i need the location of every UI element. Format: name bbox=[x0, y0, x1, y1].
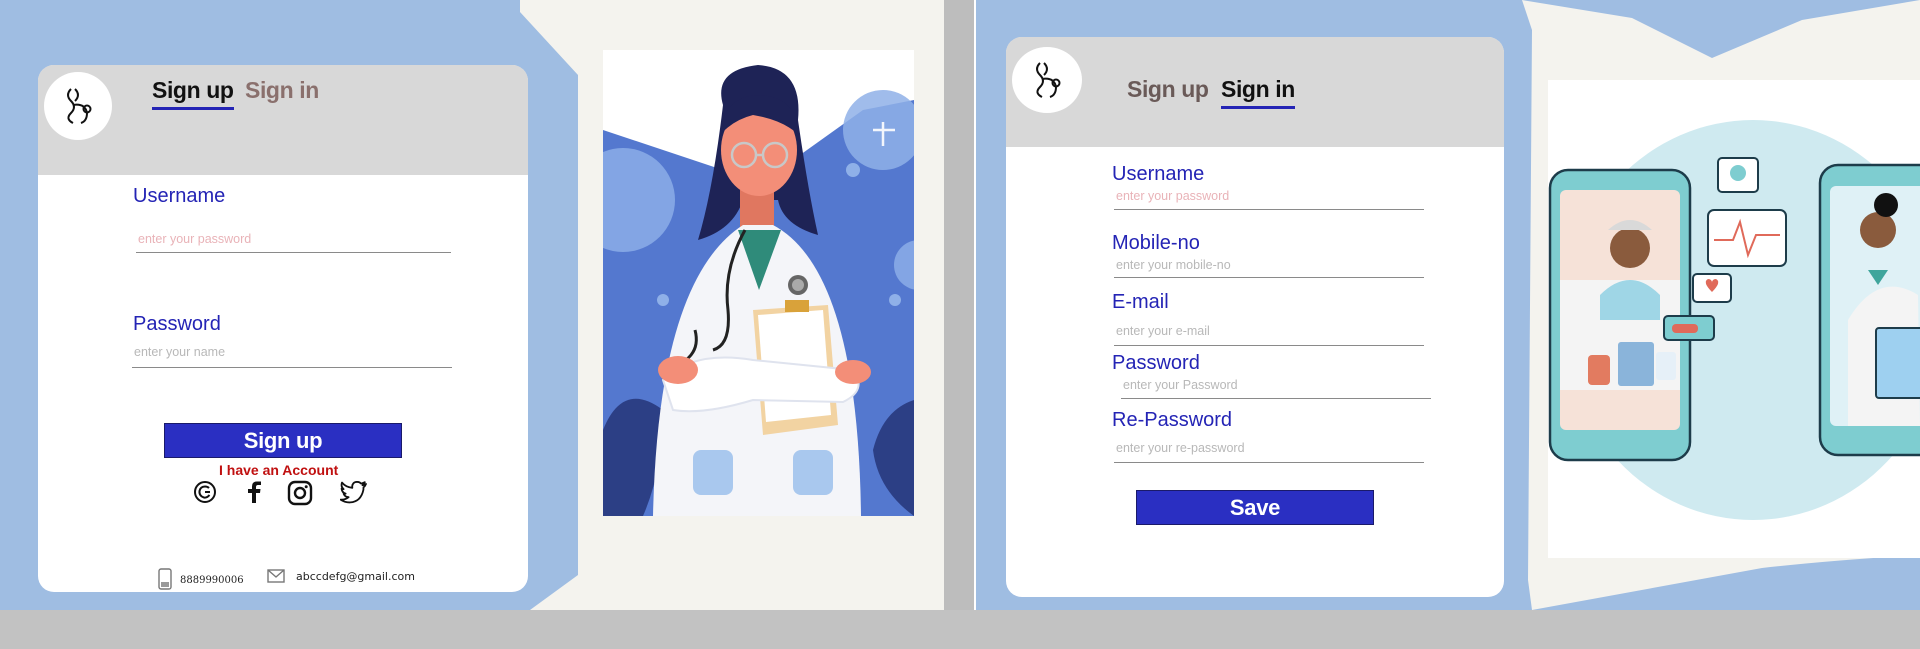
active-tab-underline-right bbox=[1221, 106, 1295, 109]
signup-card: Sign up Sign in Username Password Sign u… bbox=[38, 65, 528, 592]
save-button-label: Save bbox=[1229, 494, 1281, 520]
stethoscope-icon bbox=[67, 88, 92, 124]
password-label: Password bbox=[133, 313, 221, 335]
active-tab-underline bbox=[152, 107, 234, 110]
signup-screen: Sign up Sign in Username Password Sign u… bbox=[0, 0, 944, 610]
tab-sign-in-label-right: Sign in bbox=[1221, 76, 1295, 102]
save-button[interactable]: Save bbox=[1136, 490, 1374, 525]
re-password-input[interactable] bbox=[1114, 437, 1424, 463]
facebook-icon[interactable] bbox=[244, 479, 264, 505]
password-input[interactable] bbox=[132, 340, 452, 368]
password-input-right[interactable] bbox=[1121, 375, 1431, 399]
tab-sign-up-label-right: Sign up bbox=[1127, 76, 1209, 102]
tab-sign-up-right[interactable]: Sign up bbox=[1127, 76, 1209, 103]
mobile-no-label: Mobile-no bbox=[1112, 232, 1200, 254]
mobile-phone-icon bbox=[158, 568, 172, 592]
password-label-right: Password bbox=[1112, 352, 1200, 374]
tab-sign-up-label: Sign up bbox=[152, 77, 234, 103]
tab-sign-up[interactable]: Sign up bbox=[152, 77, 234, 110]
doctor-illustration bbox=[603, 50, 914, 516]
stethoscope-logo bbox=[44, 72, 112, 140]
sign-up-button-label: Sign up bbox=[243, 427, 323, 453]
username-input-right[interactable] bbox=[1114, 187, 1424, 210]
tab-sign-in[interactable]: Sign in bbox=[245, 77, 319, 104]
username-label-right: Username bbox=[1112, 163, 1205, 185]
signin-card: Sign up Sign in Username Mobile-no E-mai… bbox=[1006, 37, 1504, 597]
mobile-no-input[interactable] bbox=[1114, 256, 1424, 278]
email-label: E-mail bbox=[1112, 291, 1169, 313]
screen-separator bbox=[944, 0, 976, 610]
footer-email: abccdefg@gmail.com bbox=[296, 570, 415, 583]
signin-screen: Sign up Sign in Username Mobile-no E-mai… bbox=[976, 0, 1920, 610]
stethoscope-icon-right bbox=[1036, 62, 1061, 98]
google-icon[interactable] bbox=[192, 479, 218, 505]
username-input[interactable] bbox=[136, 229, 451, 253]
twitter-icon[interactable] bbox=[340, 480, 368, 506]
have-account-link[interactable]: I have an Account bbox=[219, 462, 338, 478]
re-password-label: Re-Password bbox=[1112, 409, 1233, 431]
tab-sign-in-right[interactable]: Sign in bbox=[1221, 76, 1295, 109]
mail-icon bbox=[267, 568, 285, 587]
stethoscope-logo-right bbox=[1012, 47, 1082, 113]
telemedicine-illustration bbox=[1548, 80, 1920, 558]
sign-up-button[interactable]: Sign up bbox=[164, 423, 402, 458]
instagram-icon[interactable] bbox=[286, 479, 314, 507]
footer-phone: 8889990006 bbox=[180, 575, 244, 586]
username-label: Username bbox=[133, 185, 226, 207]
email-input[interactable] bbox=[1114, 320, 1424, 346]
tab-sign-in-label: Sign in bbox=[245, 77, 319, 103]
